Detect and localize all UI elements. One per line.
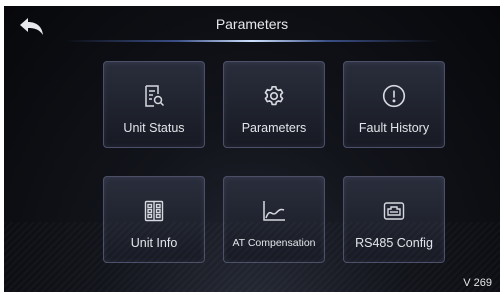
fault-history-tile[interactable]: Fault History	[343, 61, 445, 148]
tile-label: Unit Status	[123, 121, 185, 135]
curve-chart-icon	[263, 201, 285, 221]
tile-label: AT Compensation	[232, 237, 316, 249]
rs485-config-tile[interactable]: RS485 Config	[343, 176, 445, 263]
version-label: V 269	[463, 277, 492, 289]
parameters-tile[interactable]: Parameters	[223, 61, 325, 148]
at-compensation-tile[interactable]: AT Compensation	[223, 176, 325, 263]
tile-label: RS485 Config	[355, 236, 433, 250]
unit-status-tile[interactable]: Unit Status	[103, 61, 205, 148]
network-port-icon	[383, 202, 405, 220]
unit-info-icon	[144, 200, 164, 222]
document-search-icon	[145, 85, 165, 107]
tile-label: Parameters	[241, 121, 307, 135]
gear-icon	[264, 85, 284, 106]
alert-circle-icon	[382, 84, 406, 108]
header-divider	[64, 40, 440, 42]
tile-label: Fault History	[358, 121, 430, 135]
unit-info-tile[interactable]: Unit Info	[103, 176, 205, 263]
tile-label: Unit Info	[130, 236, 178, 250]
screen: Parameters Unit Status Parameters Fault …	[4, 6, 500, 292]
page-title: Parameters	[215, 16, 289, 32]
